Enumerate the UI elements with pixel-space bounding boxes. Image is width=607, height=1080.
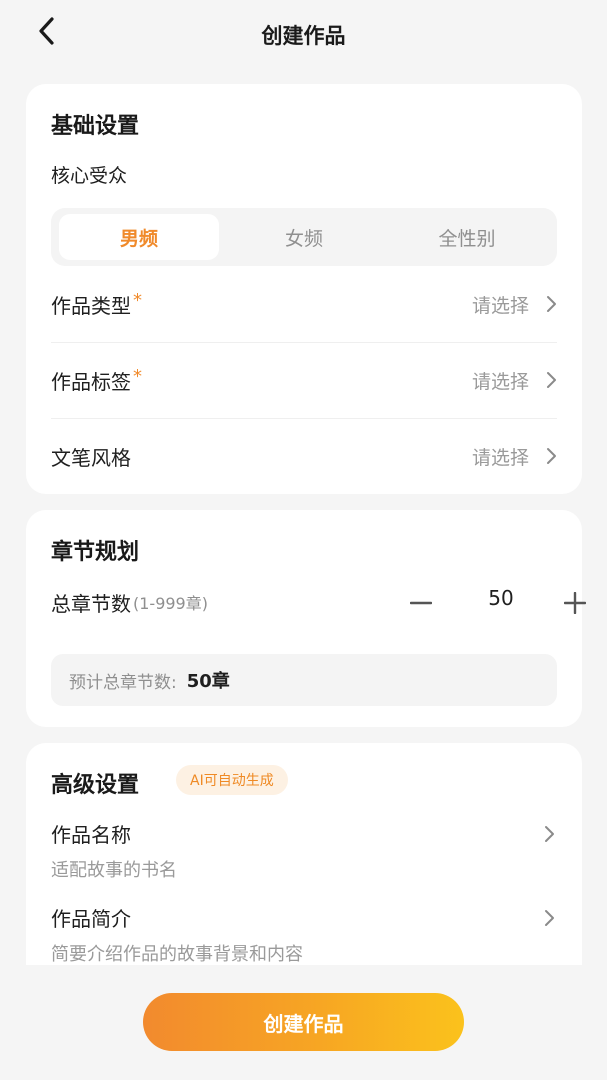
work-type-label: 作品类型 (51, 293, 131, 318)
work-tags-value: 请选择 (471, 370, 529, 393)
work-type-value: 请选择 (471, 294, 529, 317)
chevron-right-icon (545, 296, 557, 312)
chapter-planning-card: 章节规划 总章节数 (1-999章) 50 预计总章节数: 50章 (26, 510, 586, 727)
work-name-item[interactable]: 作品名称 适配故事的书名 (51, 819, 561, 882)
audience-option-male[interactable]: 男频 (59, 214, 219, 260)
chevron-right-icon (543, 825, 555, 847)
work-synopsis-desc: 简要介绍作品的故事背景和内容 (51, 944, 303, 965)
chevron-right-icon (545, 372, 557, 388)
required-mark: * (133, 289, 142, 311)
work-name-desc: 适配故事的书名 (51, 860, 177, 881)
advanced-settings-card: 高级设置 AI可自动生成 作品名称 适配故事的书名 作品简介 简要介绍作品的故事… (26, 743, 582, 965)
page-title: 创建作品 (261, 24, 346, 48)
chapter-count-row: 总章节数 (1-999章) 50 (51, 584, 586, 620)
audience-option-female[interactable]: 女频 (224, 214, 384, 260)
chapter-count-value[interactable]: 50 (471, 586, 531, 610)
audience-label: 核心受众 (51, 165, 128, 187)
basic-settings-card: 基础设置 核心受众 男频 女频 全性别 作品类型 * 请选择 作品标签 * 请选… (26, 84, 582, 494)
writing-style-value: 请选择 (471, 446, 529, 469)
estimate-value: 50章 (186, 671, 230, 692)
chapter-estimate-box: 预计总章节数: 50章 (51, 654, 557, 706)
work-synopsis-title: 作品简介 (51, 907, 131, 931)
work-type-row[interactable]: 作品类型 * 请选择 (51, 266, 557, 342)
work-tags-row[interactable]: 作品标签 * 请选择 (51, 342, 557, 418)
chapter-count-label: 总章节数 (51, 591, 131, 616)
basic-settings-title: 基础设置 (51, 114, 140, 139)
writing-style-row[interactable]: 文笔风格 请选择 (51, 418, 557, 494)
audience-segmented-control: 男频 女频 全性别 (51, 208, 557, 266)
top-bar: 创建作品 (0, 0, 607, 70)
chapter-count-range: (1-999章) (133, 594, 208, 613)
decrement-button[interactable] (406, 588, 436, 618)
chapter-planning-title: 章节规划 (51, 540, 140, 565)
create-work-button[interactable]: 创建作品 (143, 993, 464, 1051)
audience-option-all[interactable]: 全性别 (387, 214, 547, 260)
work-name-title: 作品名称 (51, 823, 131, 847)
estimate-label: 预计总章节数: (69, 672, 177, 693)
chevron-right-icon (543, 909, 555, 931)
ai-badge: AI可自动生成 (176, 765, 288, 795)
work-synopsis-item[interactable]: 作品简介 简要介绍作品的故事背景和内容 (51, 903, 561, 965)
increment-button[interactable] (560, 588, 590, 618)
plus-icon (564, 592, 586, 614)
writing-style-label: 文笔风格 (51, 445, 131, 470)
advanced-settings-title: 高级设置 (51, 773, 140, 798)
required-mark: * (133, 365, 142, 387)
chevron-right-icon (545, 448, 557, 464)
minus-icon (410, 601, 432, 605)
work-tags-label: 作品标签 (51, 369, 131, 394)
